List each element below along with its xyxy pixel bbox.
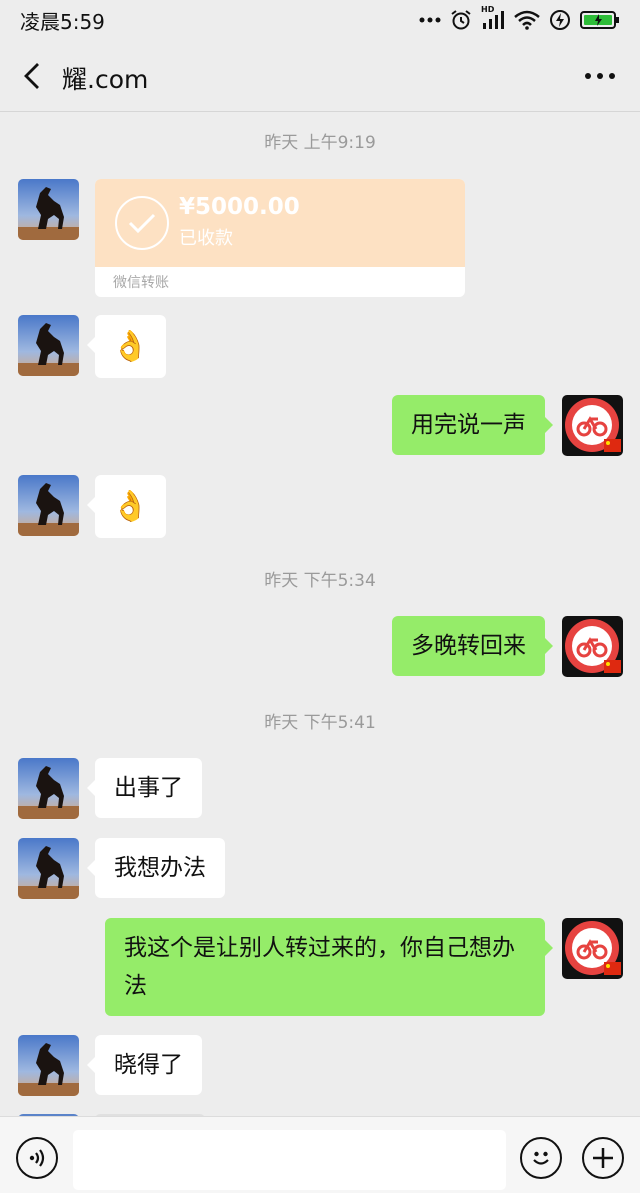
- contact-avatar[interactable]: [18, 838, 79, 899]
- contact-avatar[interactable]: [18, 475, 79, 536]
- ok-hand-emoji: 👌: [111, 329, 150, 364]
- chat-area[interactable]: 昨天 上午9:19 ¥5000.00 已收款 微信转账 👌 用完说一声 👌 昨天…: [0, 113, 640, 1116]
- transfer-amount: ¥5000.00: [179, 194, 300, 220]
- status-time: 凌晨5:59: [20, 9, 105, 34]
- ok-hand-emoji: 👌: [111, 489, 150, 524]
- transfer-label: 微信转账: [113, 275, 169, 291]
- emoji-message[interactable]: 👌: [87, 315, 166, 378]
- checkmark-icon: [115, 196, 169, 250]
- message-bubble-outgoing[interactable]: 我这个是让别人转过来的，你自己想办法: [105, 918, 553, 1016]
- more-icon: [585, 73, 615, 79]
- message-bubble-incoming[interactable]: 我想办法: [87, 838, 225, 898]
- transfer-card[interactable]: ¥5000.00 已收款 微信转账: [95, 179, 465, 297]
- battery-icon: [580, 10, 620, 30]
- chat-header: 耀.com: [0, 40, 640, 112]
- back-button[interactable]: [14, 56, 50, 96]
- emoji-message[interactable]: 👌: [87, 475, 166, 538]
- voice-icon: [29, 1149, 45, 1167]
- voice-button[interactable]: [16, 1137, 58, 1179]
- status-icons: HD: [419, 5, 620, 31]
- charging-icon: [549, 9, 571, 31]
- contact-avatar[interactable]: [18, 758, 79, 819]
- more-functions-button[interactable]: [582, 1137, 624, 1179]
- message-bubble-incoming[interactable]: 晓得了: [87, 1035, 202, 1095]
- chat-title: 耀.com: [62, 65, 149, 94]
- contact-avatar[interactable]: [18, 315, 79, 376]
- input-bar: [0, 1116, 640, 1193]
- message-bubble-incoming[interactable]: 出事了: [87, 758, 202, 818]
- alarm-icon: [450, 9, 472, 31]
- transfer-card-body: ¥5000.00 已收款: [95, 179, 465, 267]
- message-input[interactable]: [73, 1130, 506, 1190]
- signal-icon: HD: [481, 5, 505, 31]
- self-avatar[interactable]: [562, 616, 623, 677]
- self-avatar[interactable]: [562, 918, 623, 979]
- timestamp: 昨天 下午5:34: [264, 571, 376, 591]
- contact-avatar[interactable]: [18, 1035, 79, 1096]
- emoji-button[interactable]: [520, 1137, 562, 1179]
- network-label: HD: [481, 5, 495, 14]
- emoji-face-icon: [533, 1151, 549, 1165]
- transfer-status: 已收款: [179, 228, 233, 249]
- message-bubble-outgoing[interactable]: 多晚转回来: [392, 616, 553, 676]
- timestamp: 昨天 上午9:19: [264, 133, 376, 153]
- self-avatar[interactable]: [562, 395, 623, 456]
- back-arrow-icon: [24, 63, 39, 89]
- plus-icon: [593, 1148, 613, 1168]
- timestamp: 昨天 下午5:41: [264, 713, 376, 733]
- message-bubble-outgoing[interactable]: 用完说一声: [392, 395, 553, 455]
- more-button[interactable]: [582, 60, 618, 92]
- status-bar: 凌晨5:59 HD: [0, 0, 640, 40]
- contact-avatar[interactable]: [18, 179, 79, 240]
- dots-icon: [419, 17, 441, 23]
- wifi-icon: [514, 10, 540, 30]
